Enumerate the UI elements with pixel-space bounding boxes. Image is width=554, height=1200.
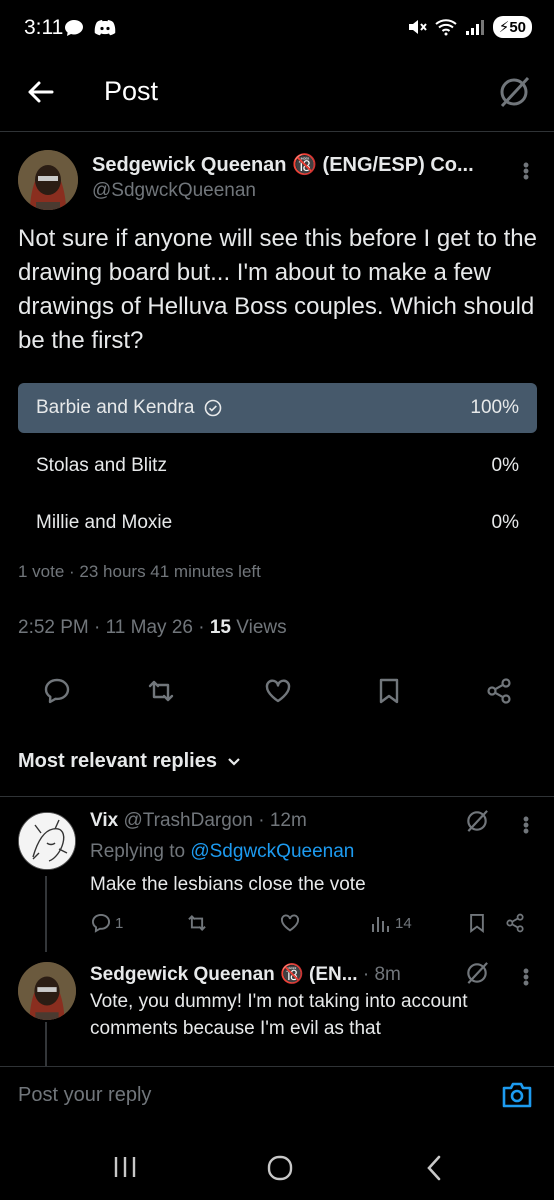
poll-option[interactable]: Stolas and Blitz 0% bbox=[18, 441, 537, 491]
replying-to-link[interactable]: @SdgwckQueenan bbox=[190, 841, 354, 862]
bookmark-icon[interactable] bbox=[466, 912, 488, 934]
reply-avatar[interactable] bbox=[18, 962, 76, 1020]
chevron-down-icon bbox=[228, 757, 240, 766]
reply-header[interactable]: Sedgewick Queenan 🔞 (EN... · 8m bbox=[90, 962, 401, 986]
more-options-icon[interactable]: • • • bbox=[520, 810, 532, 840]
author-handle[interactable]: @SdgwckQueenan bbox=[92, 180, 256, 202]
reply-action[interactable]: 1 bbox=[90, 912, 123, 934]
header-divider bbox=[0, 131, 554, 132]
post-text: Not sure if anyone will see this before … bbox=[18, 225, 537, 354]
mute-icon bbox=[408, 20, 427, 34]
page-title: Post bbox=[104, 76, 159, 106]
poll-option[interactable]: Barbie and Kendra 100% bbox=[18, 383, 537, 433]
timestamp-text: 2:52 PM · 11 May 26 · bbox=[18, 617, 210, 638]
system-nav-bar bbox=[0, 1130, 554, 1200]
poll-option-percent: 0% bbox=[491, 512, 519, 533]
like-icon[interactable] bbox=[279, 912, 301, 934]
status-time: 3:11 bbox=[24, 16, 64, 39]
author-name[interactable]: Sedgewick Queenan 🔞 (ENG/ESP) Co... bbox=[92, 152, 474, 177]
sort-label: Most relevant replies bbox=[18, 750, 217, 772]
replying-prefix: Replying to bbox=[90, 841, 191, 862]
battery-bolt-icon: ⚡ bbox=[498, 19, 510, 36]
poll-option[interactable]: Millie and Moxie 0% bbox=[18, 498, 537, 548]
views-label: Views bbox=[230, 617, 287, 638]
reply-author-name: Sedgewick Queenan 🔞 (EN... bbox=[90, 964, 358, 985]
check-circle-icon bbox=[205, 399, 222, 417]
reply-text: Make the lesbians close the vote bbox=[90, 874, 366, 895]
bookmark-icon[interactable] bbox=[374, 676, 404, 706]
more-options-icon[interactable]: • • • bbox=[520, 156, 532, 186]
status-system-icons: ⚡ 50 bbox=[407, 16, 532, 38]
reply-author-name: Vix bbox=[90, 810, 119, 831]
nav-back-icon[interactable] bbox=[424, 1154, 444, 1182]
views-chart-icon bbox=[372, 917, 389, 932]
grok-icon[interactable] bbox=[464, 808, 490, 834]
reply-avatar[interactable] bbox=[18, 812, 76, 870]
wifi-icon bbox=[435, 19, 457, 36]
views-count: 15 bbox=[209, 617, 231, 638]
reply-bar-divider bbox=[0, 1066, 554, 1067]
share-icon[interactable] bbox=[504, 912, 526, 934]
battery-level: 50 bbox=[509, 18, 526, 36]
signal-icon bbox=[465, 20, 484, 35]
replies-sort-dropdown[interactable]: Most relevant replies bbox=[18, 750, 241, 773]
share-icon[interactable] bbox=[484, 676, 514, 706]
reply-input[interactable]: Post your reply bbox=[18, 1084, 151, 1107]
back-arrow-icon[interactable] bbox=[26, 78, 54, 106]
poll-option-percent: 100% bbox=[470, 397, 519, 418]
poll-option-percent: 0% bbox=[491, 455, 519, 476]
reply-icon[interactable] bbox=[42, 676, 72, 706]
reply-count: 1 bbox=[115, 914, 124, 932]
poll-meta: 1 vote · 23 hours 41 minutes left bbox=[18, 562, 261, 581]
author-avatar[interactable] bbox=[18, 150, 78, 210]
section-divider bbox=[0, 796, 554, 797]
recent-apps-icon[interactable] bbox=[113, 1156, 137, 1178]
repost-icon[interactable] bbox=[186, 912, 208, 934]
like-icon[interactable] bbox=[263, 676, 293, 706]
status-notification-icons bbox=[64, 19, 116, 37]
camera-icon[interactable] bbox=[500, 1078, 534, 1112]
reply-icon bbox=[91, 913, 111, 933]
views-action[interactable]: 14 bbox=[370, 912, 412, 934]
grok-icon[interactable] bbox=[464, 960, 490, 986]
repost-icon[interactable] bbox=[146, 676, 176, 706]
grok-icon[interactable] bbox=[496, 74, 532, 110]
battery-indicator: ⚡ 50 bbox=[492, 16, 532, 38]
thread-line bbox=[45, 876, 47, 952]
chat-bubble-icon bbox=[65, 20, 83, 36]
post-timestamp: 2:52 PM · 11 May 26 · 15 Views bbox=[18, 617, 287, 639]
more-options-icon[interactable]: • • • bbox=[520, 962, 532, 992]
discord-icon bbox=[94, 20, 116, 36]
avatar-image bbox=[18, 962, 76, 1020]
reply-handle-time: @TrashDargon · 12m bbox=[118, 810, 307, 831]
thread-line bbox=[45, 1022, 47, 1066]
poll-option-label: Millie and Moxie bbox=[36, 512, 173, 533]
avatar-image bbox=[18, 150, 78, 210]
poll-option-label: Stolas and Blitz bbox=[36, 455, 167, 476]
reply-header[interactable]: Vix @TrashDargon · 12m bbox=[90, 810, 307, 832]
replying-to: Replying to @SdgwckQueenan bbox=[90, 841, 354, 863]
avatar-image bbox=[19, 813, 75, 869]
home-icon[interactable] bbox=[266, 1154, 294, 1182]
reply-handle-time: · 8m bbox=[357, 964, 401, 985]
poll-option-label: Barbie and Kendra bbox=[36, 397, 195, 418]
reply-text: Vote, you dummy! I'm not taking into acc… bbox=[90, 991, 468, 1039]
views-count: 14 bbox=[395, 914, 412, 932]
